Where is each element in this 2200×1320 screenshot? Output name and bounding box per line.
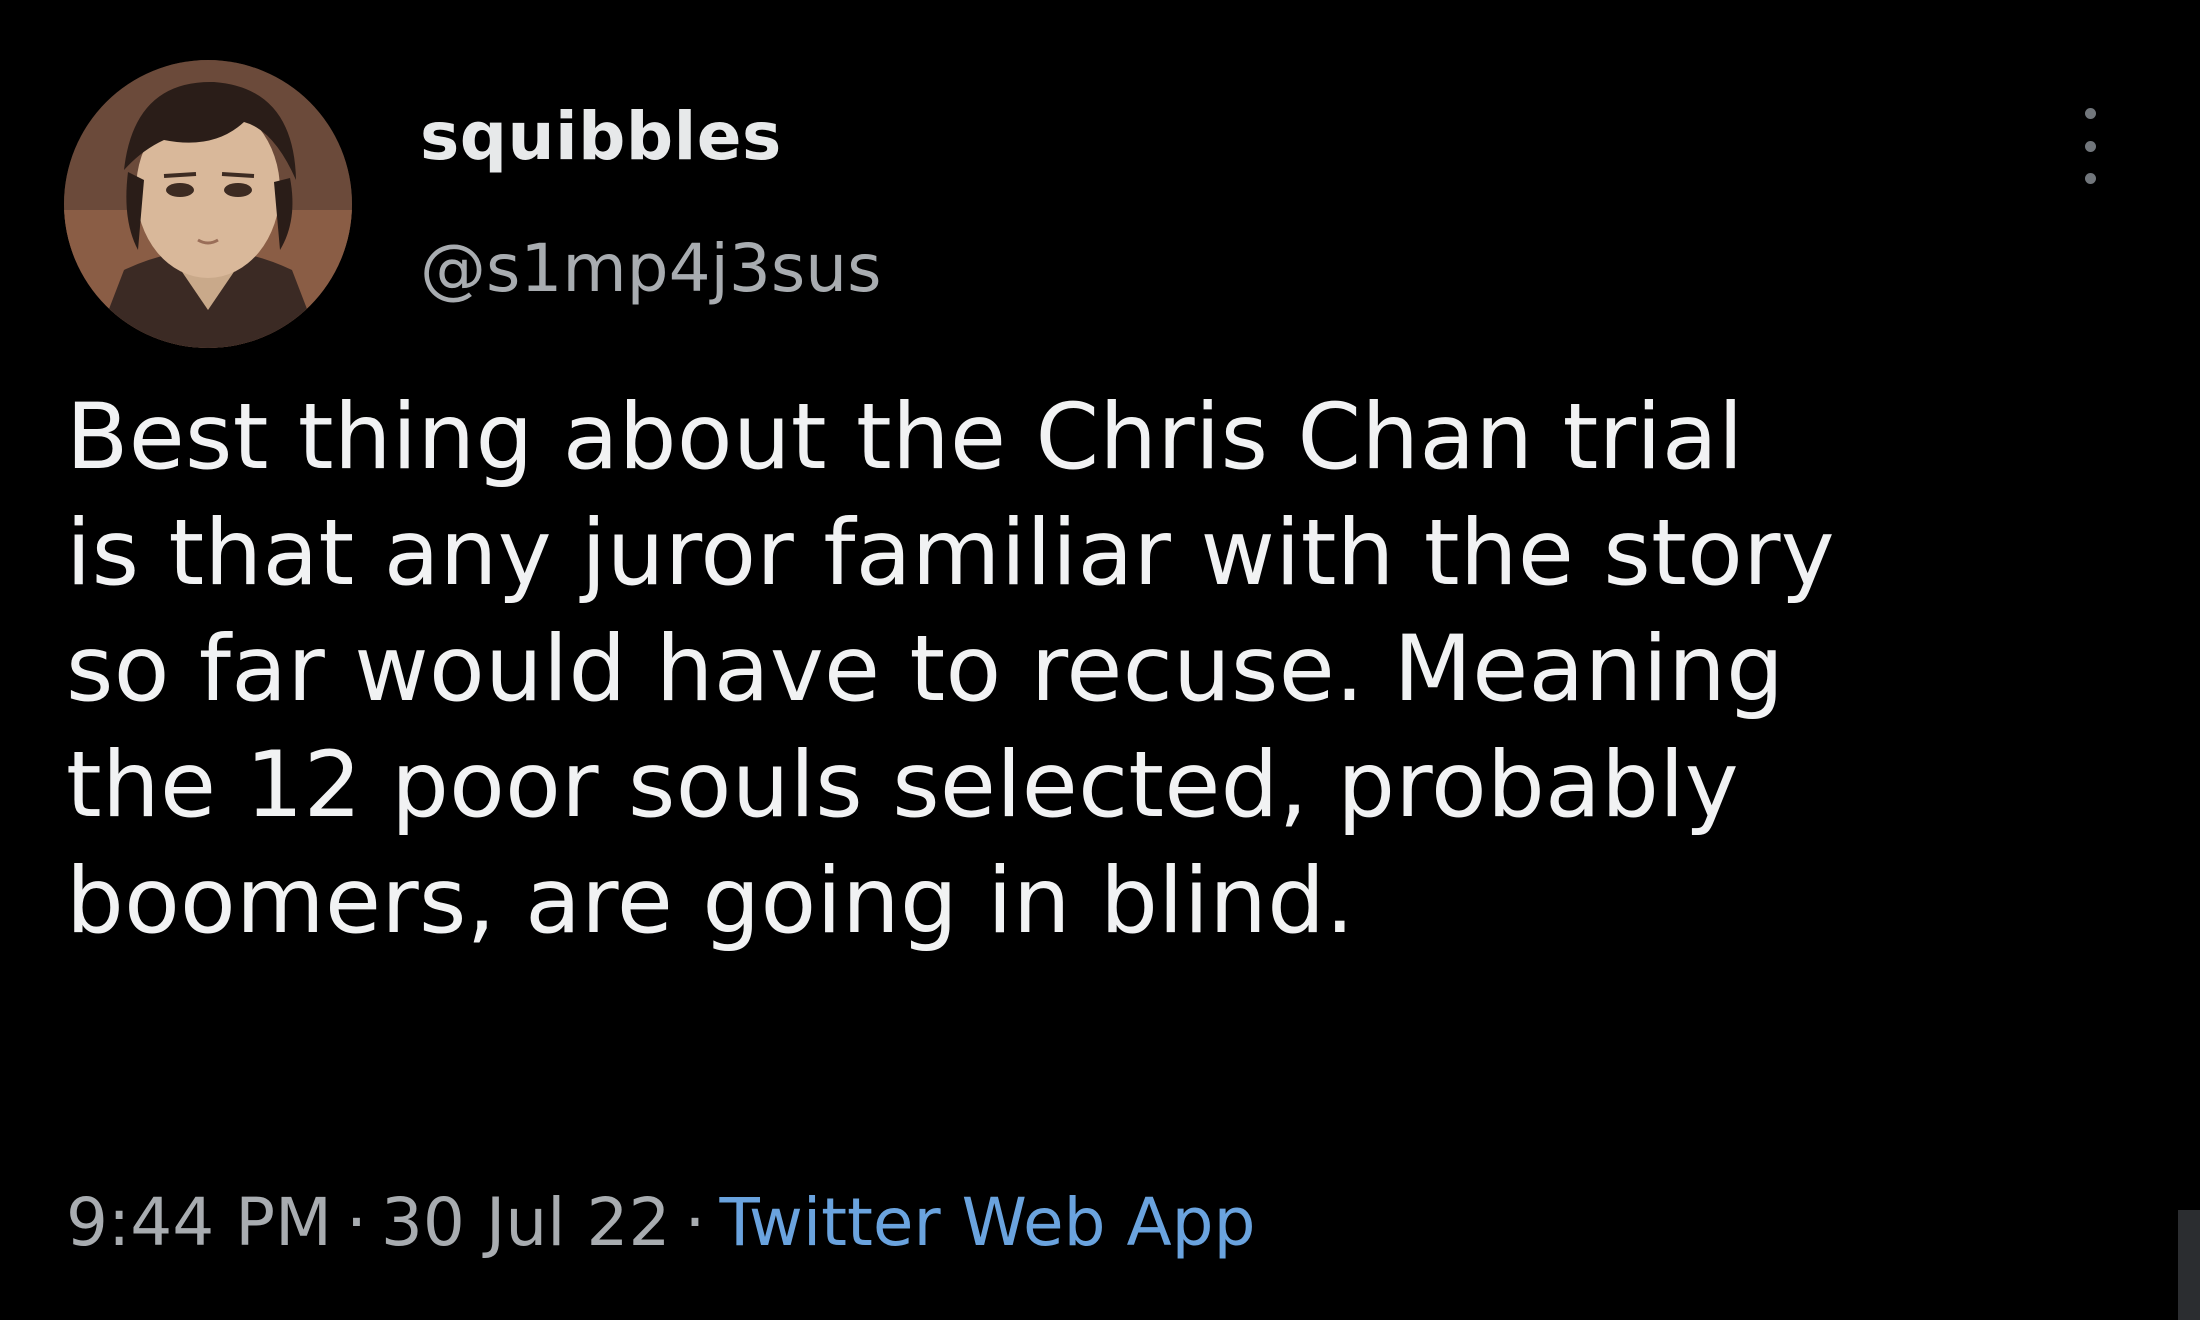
more-vertical-icon [2084, 173, 2096, 184]
tweet-text: Best thing about the Chris Chan trial is… [66, 380, 2146, 960]
tweet-text-line: Best thing about the Chris Chan trial [66, 385, 1744, 490]
tweet-text-line: the 12 poor souls selected, probably [66, 733, 1739, 838]
tweet-date[interactable]: 30 Jul 22 [381, 1184, 671, 1261]
scrollbar[interactable] [2178, 1210, 2200, 1320]
tweet-text-line: boomers, are going in blind. [66, 849, 1355, 954]
meta-separator: · [345, 1184, 367, 1261]
tweet-text-line: so far would have to recuse. Meaning [66, 617, 1785, 722]
tweet-card: squibbles @s1mp4j3sus Best thing about t… [0, 0, 2200, 1320]
more-vertical-icon [2084, 108, 2096, 119]
tweet-meta: 9:44 PM · 30 Jul 22 · Twitter Web App [66, 1190, 1255, 1256]
meta-separator: · [684, 1184, 706, 1261]
author-handle[interactable]: @s1mp4j3sus [420, 236, 881, 302]
more-options-button[interactable] [2070, 108, 2110, 184]
avatar[interactable] [64, 60, 352, 348]
more-vertical-icon [2084, 140, 2096, 152]
tweet-text-line: is that any juror familiar with the stor… [66, 501, 1835, 606]
tweet-time[interactable]: 9:44 PM [66, 1184, 332, 1261]
tweet-source-link[interactable]: Twitter Web App [719, 1184, 1255, 1261]
author-display-name[interactable]: squibbles [420, 104, 782, 170]
avatar-image [64, 60, 352, 348]
